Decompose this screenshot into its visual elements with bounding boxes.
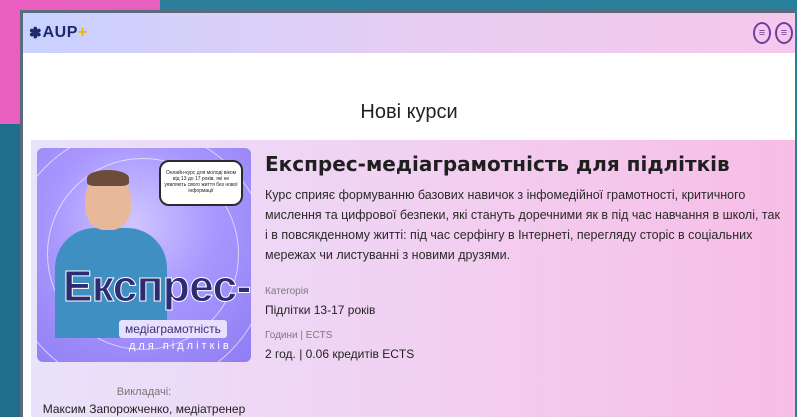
person-hair (87, 170, 129, 186)
instructor-name: Максим Запорожченко, медіатренер (42, 402, 246, 416)
image-subtitle: медіаграмотність (119, 320, 227, 338)
logo-text: AUP (42, 24, 78, 41)
category-value: Підлітки 13-17 років (265, 303, 376, 317)
category-label: Категорія (265, 286, 309, 297)
course-image[interactable]: Онлайн-курс для молоді віком від 13 до 1… (37, 148, 251, 362)
speech-bubble: Онлайн-курс для молоді віком від 13 до 1… (159, 160, 243, 206)
navbar: ✽ AUP + ≡ ≡ (23, 13, 795, 53)
browser-window: ✽ AUP + ≡ ≡ Нові курси Онлайн-курс для м… (20, 10, 795, 417)
course-title[interactable]: Експрес-медіаграмотність для підлітків (265, 152, 730, 176)
hours-label: Години | ECTS (265, 330, 333, 341)
menu-icon: ≡ (780, 27, 788, 39)
image-title: Експрес- (63, 262, 251, 312)
section-title: Нові курси (360, 101, 458, 123)
menu-icon: ≡ (758, 27, 766, 39)
image-caption: для підлітків (129, 340, 232, 352)
menu-button[interactable]: ≡ (753, 22, 771, 44)
course-card[interactable]: Онлайн-курс для молоді віком від 13 до 1… (31, 140, 795, 417)
menu-button[interactable]: ≡ (775, 22, 793, 44)
logo[interactable]: ✽ AUP + (29, 24, 87, 42)
paw-icon: ✽ (29, 25, 42, 42)
instructors-label: Викладачі: (116, 386, 172, 398)
course-description: Курс сприяє формуванню базових навичок з… (265, 188, 780, 262)
hours-value: 2 год. | 0.06 кредитів ECTS (265, 347, 415, 361)
logo-plus: + (77, 24, 88, 41)
